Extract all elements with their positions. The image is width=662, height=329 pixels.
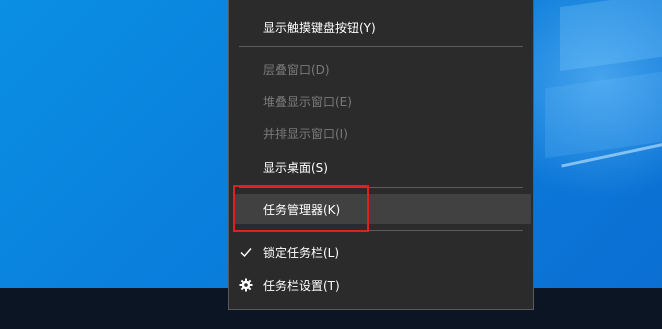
menu-item-label: 并排显示窗口(I) xyxy=(263,126,348,141)
menu-item-show-desktop[interactable]: 显示桌面(S) xyxy=(229,152,533,182)
menu-item-label: 层叠窗口(D) xyxy=(263,62,330,77)
menu-separator xyxy=(239,46,523,47)
menu-item-label: 堆叠显示窗口(E) xyxy=(263,94,352,109)
menu-item-label: 任务栏设置(T) xyxy=(263,278,340,293)
menu-item-label: 显示触摸键盘按钮(Y) xyxy=(263,20,376,35)
menu-item-label: 锁定任务栏(L) xyxy=(263,245,340,260)
menu-item-cascade-windows: 层叠窗口(D) xyxy=(229,54,533,84)
menu-item-task-manager[interactable]: 任务管理器(K) xyxy=(233,194,531,224)
menu-item-label: 任务管理器(K) xyxy=(263,202,341,217)
menu-item-show-touch-keyboard[interactable]: 显示触摸键盘按钮(Y) xyxy=(229,12,533,42)
menu-separator xyxy=(239,230,523,231)
menu-item-taskbar-settings[interactable]: 任务栏设置(T) xyxy=(229,270,533,300)
menu-item-label: 显示桌面(S) xyxy=(263,160,328,175)
menu-item-stack-windows: 堆叠显示窗口(E) xyxy=(229,86,533,116)
taskbar-context-menu: 显示触摸键盘按钮(Y) 层叠窗口(D) 堆叠显示窗口(E) 并排显示窗口(I) … xyxy=(228,0,534,310)
gear-icon xyxy=(239,278,253,292)
menu-separator xyxy=(239,187,523,188)
menu-item-side-by-side-windows: 并排显示窗口(I) xyxy=(229,118,533,148)
checkmark-icon xyxy=(239,245,253,259)
menu-item-lock-taskbar[interactable]: 锁定任务栏(L) xyxy=(229,237,533,267)
